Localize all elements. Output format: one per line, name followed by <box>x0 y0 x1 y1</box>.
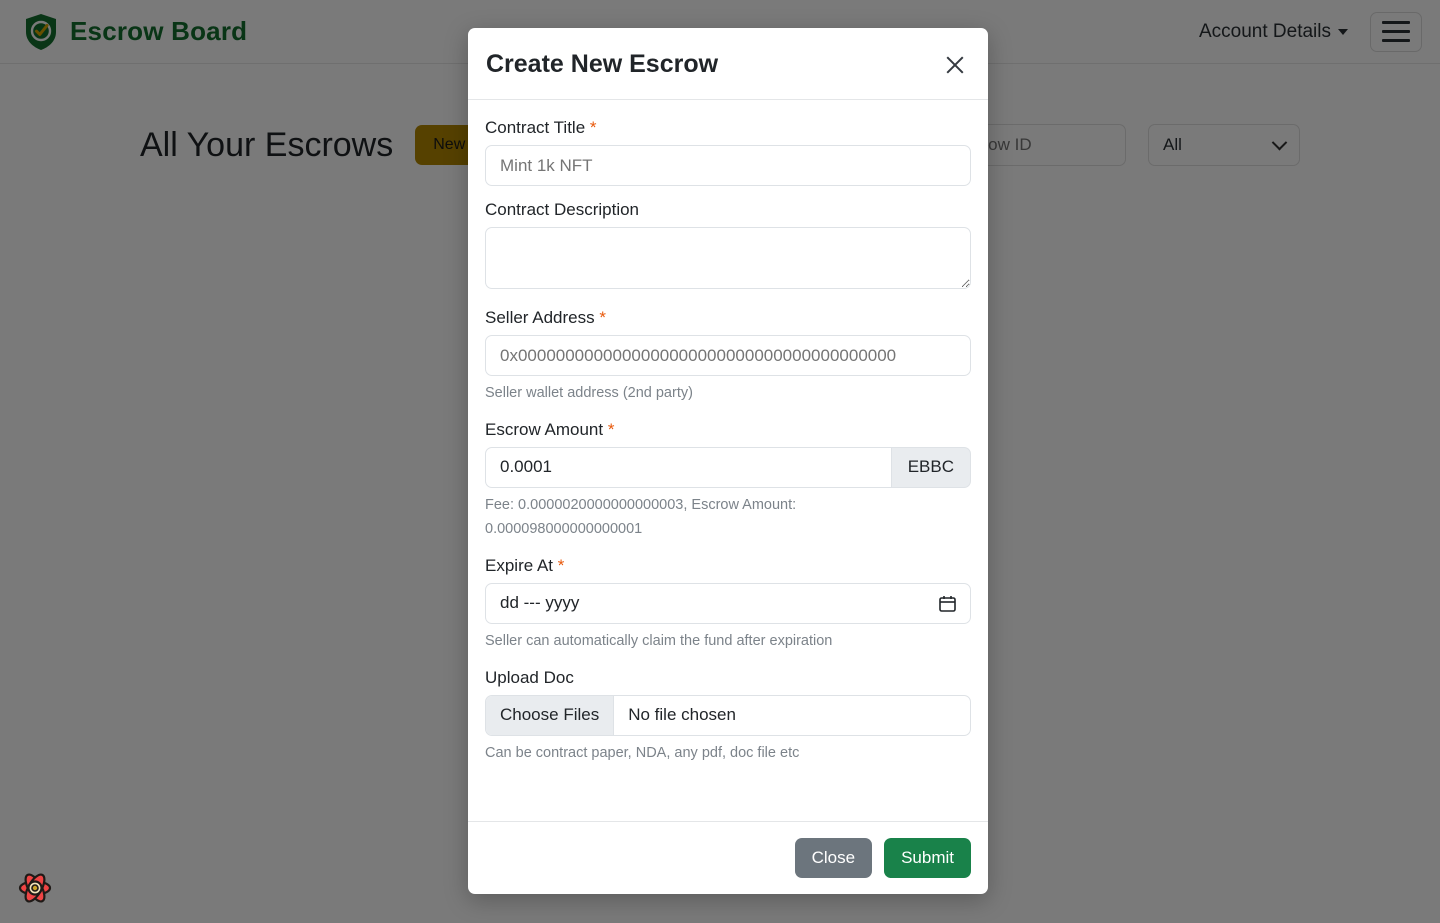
field-contract-title: Contract Title * <box>485 118 971 186</box>
required-marker: * <box>607 419 615 439</box>
modal-title: Create New Escrow <box>486 50 719 78</box>
escrow-fee-line: Fee: 0.0000020000000000003, Escrow Amoun… <box>485 496 797 513</box>
field-expire-at: Expire At * dd --- yyyy Seller can autom… <box>485 556 971 654</box>
expire-at-label-text: Expire At <box>485 555 554 575</box>
submit-button[interactable]: Submit <box>884 838 971 878</box>
modal-body: Contract Title * Contract Description Se… <box>468 100 988 821</box>
contract-description-textarea[interactable] <box>485 227 971 289</box>
escrow-amount-label: Escrow Amount * <box>485 420 971 440</box>
close-icon[interactable] <box>942 52 968 78</box>
seller-address-help: Seller wallet address (2nd party) <box>485 385 693 401</box>
escrow-net-amount-line: 0.000098000000000001 <box>485 521 643 538</box>
seller-address-label: Seller Address * <box>485 308 971 328</box>
contract-title-label: Contract Title * <box>485 118 971 138</box>
expire-at-label: Expire At * <box>485 556 971 576</box>
seller-address-input[interactable] <box>485 335 971 376</box>
upload-doc-label: Upload Doc <box>485 667 574 687</box>
required-marker: * <box>589 118 597 137</box>
modal-footer: Close Submit <box>468 821 988 894</box>
escrow-amount-help: Fee: 0.0000020000000000003, Escrow Amoun… <box>485 493 971 542</box>
create-escrow-modal: Create New Escrow Contract Title * Contr… <box>468 28 988 894</box>
escrow-amount-label-text: Escrow Amount <box>485 419 604 439</box>
escrow-amount-input-group: EBBC <box>485 446 971 488</box>
currency-addon: EBBC <box>891 446 971 488</box>
contract-title-input[interactable] <box>485 145 971 186</box>
expire-at-help: Seller can automatically claim the fund … <box>485 632 833 649</box>
field-upload-doc: Upload Doc Choose Files No file chosen C… <box>485 668 971 766</box>
upload-doc-help: Can be contract paper, NDA, any pdf, doc… <box>485 744 800 761</box>
expire-at-date-input[interactable]: dd --- yyyy <box>485 582 971 624</box>
seller-address-label-text: Seller Address <box>485 308 595 327</box>
contract-description-label: Contract Description <box>485 200 640 219</box>
close-button[interactable]: Close <box>794 838 873 878</box>
file-chosen-status: No file chosen <box>628 705 736 725</box>
react-query-devtools-icon[interactable] <box>14 867 56 909</box>
calendar-icon[interactable] <box>939 595 956 612</box>
expire-at-value: dd --- yyyy <box>500 593 580 613</box>
contract-title-label-text: Contract Title <box>485 118 586 137</box>
upload-doc-file-input[interactable]: Choose Files No file chosen <box>485 694 971 736</box>
field-contract-description: Contract Description <box>485 200 971 294</box>
choose-files-button[interactable]: Choose Files <box>486 695 615 735</box>
modal-header: Create New Escrow <box>468 28 988 100</box>
escrow-amount-input[interactable] <box>485 446 892 488</box>
required-marker: * <box>599 308 606 327</box>
field-seller-address: Seller Address * Seller wallet address (… <box>485 308 971 406</box>
required-marker: * <box>557 555 565 575</box>
field-escrow-amount: Escrow Amount * EBBC Fee: 0.000002000000… <box>485 420 971 542</box>
